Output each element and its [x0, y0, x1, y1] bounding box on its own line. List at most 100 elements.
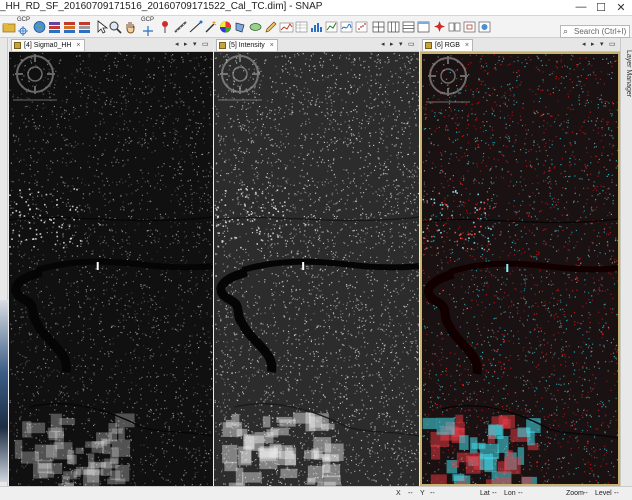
range-finder-button[interactable]	[173, 19, 188, 35]
tab-label: [5] Intensity	[229, 42, 265, 49]
band-image-icon	[14, 42, 21, 49]
grid-tile-icon	[372, 21, 385, 33]
x-coordinate-value: --	[408, 490, 413, 497]
rgb-composite-image	[422, 54, 618, 484]
arrow-cursor-icon	[97, 20, 109, 34]
ellipse-icon	[249, 23, 262, 31]
single-window-icon	[417, 21, 430, 33]
search-box[interactable]: ⌕ Search (Ctrl+I)	[560, 25, 630, 38]
band-maths-button[interactable]	[47, 19, 62, 35]
sar-image-view-3[interactable]	[420, 52, 620, 486]
statistics-icon	[325, 21, 338, 33]
latitude-value: --	[492, 490, 497, 497]
tab-list-icon[interactable]: ▾	[600, 40, 604, 50]
color-manipulation-button[interactable]	[218, 19, 233, 35]
gcp-plus-icon	[143, 26, 153, 36]
world-map-button[interactable]	[32, 19, 47, 35]
navigation-button[interactable]	[462, 19, 477, 35]
spectrum-view-button[interactable]	[279, 19, 294, 35]
panel-3-tab-bar: [6] RGB × ◂ ▸ ▾ ▭	[420, 38, 620, 52]
tile-horizontally-button[interactable]	[386, 19, 401, 35]
left-side-strip[interactable]	[0, 38, 8, 500]
tab-label: [4] Sigma0_HH	[24, 42, 72, 49]
navigation-icon	[463, 21, 476, 33]
tab-prev-icon[interactable]: ◂	[381, 40, 385, 50]
tab-prev-icon[interactable]: ◂	[582, 40, 586, 50]
tile-single-button[interactable]	[416, 19, 431, 35]
world-view-button[interactable]	[477, 19, 492, 35]
close-tab-icon[interactable]: ×	[76, 42, 80, 49]
close-tab-icon[interactable]: ×	[465, 42, 469, 49]
intensity-image	[214, 52, 419, 486]
wand-icon	[205, 21, 217, 33]
information-view-button[interactable]	[294, 19, 309, 35]
image-view-panel-3: [6] RGB × ◂ ▸ ▾ ▭	[420, 38, 620, 486]
level-value: --	[614, 490, 619, 497]
globe-icon	[33, 21, 46, 33]
zoom-label: Zoom	[566, 490, 584, 497]
sync-image-views-button[interactable]	[447, 19, 462, 35]
restore-window-icon[interactable]: ▭	[609, 40, 616, 50]
tile-vertically-button[interactable]	[401, 19, 416, 35]
longitude-value: --	[518, 490, 523, 497]
scatter-plot-button[interactable]	[354, 19, 369, 35]
hand-icon	[126, 22, 135, 34]
select-tool-button[interactable]	[94, 19, 109, 35]
world-map-thumbnail	[0, 300, 8, 482]
close-tab-icon[interactable]: ×	[270, 42, 274, 49]
x-coordinate-label: X	[396, 490, 401, 497]
gcp-tool-button[interactable]	[17, 23, 32, 36]
insert-vector-button[interactable]	[263, 19, 278, 35]
minimize-button[interactable]: —	[574, 1, 588, 13]
spectrum-icon	[279, 22, 294, 33]
profile-plot-button[interactable]	[339, 19, 354, 35]
pin-tool-button[interactable]	[158, 19, 173, 35]
folder-icon	[2, 23, 16, 33]
window-title: _HH_RD_SF_20160709171516_20160709171522_…	[0, 1, 323, 12]
close-window-button[interactable]: ✕	[614, 1, 628, 14]
sar-image-view-1[interactable]	[9, 52, 213, 486]
draw-ellipse-button[interactable]	[248, 19, 263, 35]
band-stack-icon	[49, 22, 60, 33]
gcp-manager-button[interactable]	[141, 23, 156, 36]
pin-icon	[162, 21, 168, 33]
library-stack-icon	[64, 22, 75, 33]
pan-tool-button[interactable]	[123, 19, 138, 35]
magic-wand-button[interactable]	[203, 19, 218, 35]
rgb-image-icon	[425, 42, 432, 49]
search-icon: ⌕	[563, 26, 569, 36]
statistics-button[interactable]	[324, 19, 339, 35]
tab-sigma0-hh[interactable]: [4] Sigma0_HH ×	[11, 39, 85, 51]
histogram-button[interactable]	[309, 19, 324, 35]
tab-next-icon[interactable]: ▸	[184, 40, 188, 50]
sync-views-button[interactable]	[432, 19, 447, 35]
draw-line-button[interactable]	[188, 19, 203, 35]
tab-rgb[interactable]: [6] RGB ×	[422, 39, 473, 51]
y-coordinate-label: Y	[420, 490, 425, 497]
sync-views-icon	[448, 22, 461, 32]
tab-next-icon[interactable]: ▸	[591, 40, 595, 50]
tab-next-icon[interactable]: ▸	[390, 40, 394, 50]
restore-window-icon[interactable]: ▭	[408, 40, 415, 50]
tab-prev-icon[interactable]: ◂	[175, 40, 179, 50]
tile-evenly-button[interactable]	[371, 19, 386, 35]
level-label: Level	[595, 490, 612, 497]
graph-builder-button[interactable]	[77, 19, 92, 35]
sar-image-view-2[interactable]	[214, 52, 419, 486]
line-tool-icon	[189, 20, 203, 33]
restore-window-icon[interactable]: ▭	[202, 40, 209, 50]
tab-list-icon[interactable]: ▾	[399, 40, 403, 50]
draw-polygon-button[interactable]	[233, 19, 248, 35]
layer-manager-tab[interactable]: Layer Manager	[622, 50, 632, 106]
profile-icon	[340, 21, 353, 33]
tab-list-icon[interactable]: ▾	[193, 40, 197, 50]
maximize-button[interactable]: ☐	[594, 1, 608, 14]
zoom-tool-button[interactable]	[108, 19, 123, 35]
latitude-label: Lat	[480, 490, 490, 497]
info-table-icon	[295, 21, 308, 33]
tab-intensity[interactable]: [5] Intensity ×	[216, 39, 278, 51]
right-side-strip: Layer Manager	[620, 38, 632, 500]
open-product-button[interactable]	[2, 19, 17, 35]
magnifier-icon	[109, 21, 122, 34]
product-library-button[interactable]	[62, 19, 77, 35]
